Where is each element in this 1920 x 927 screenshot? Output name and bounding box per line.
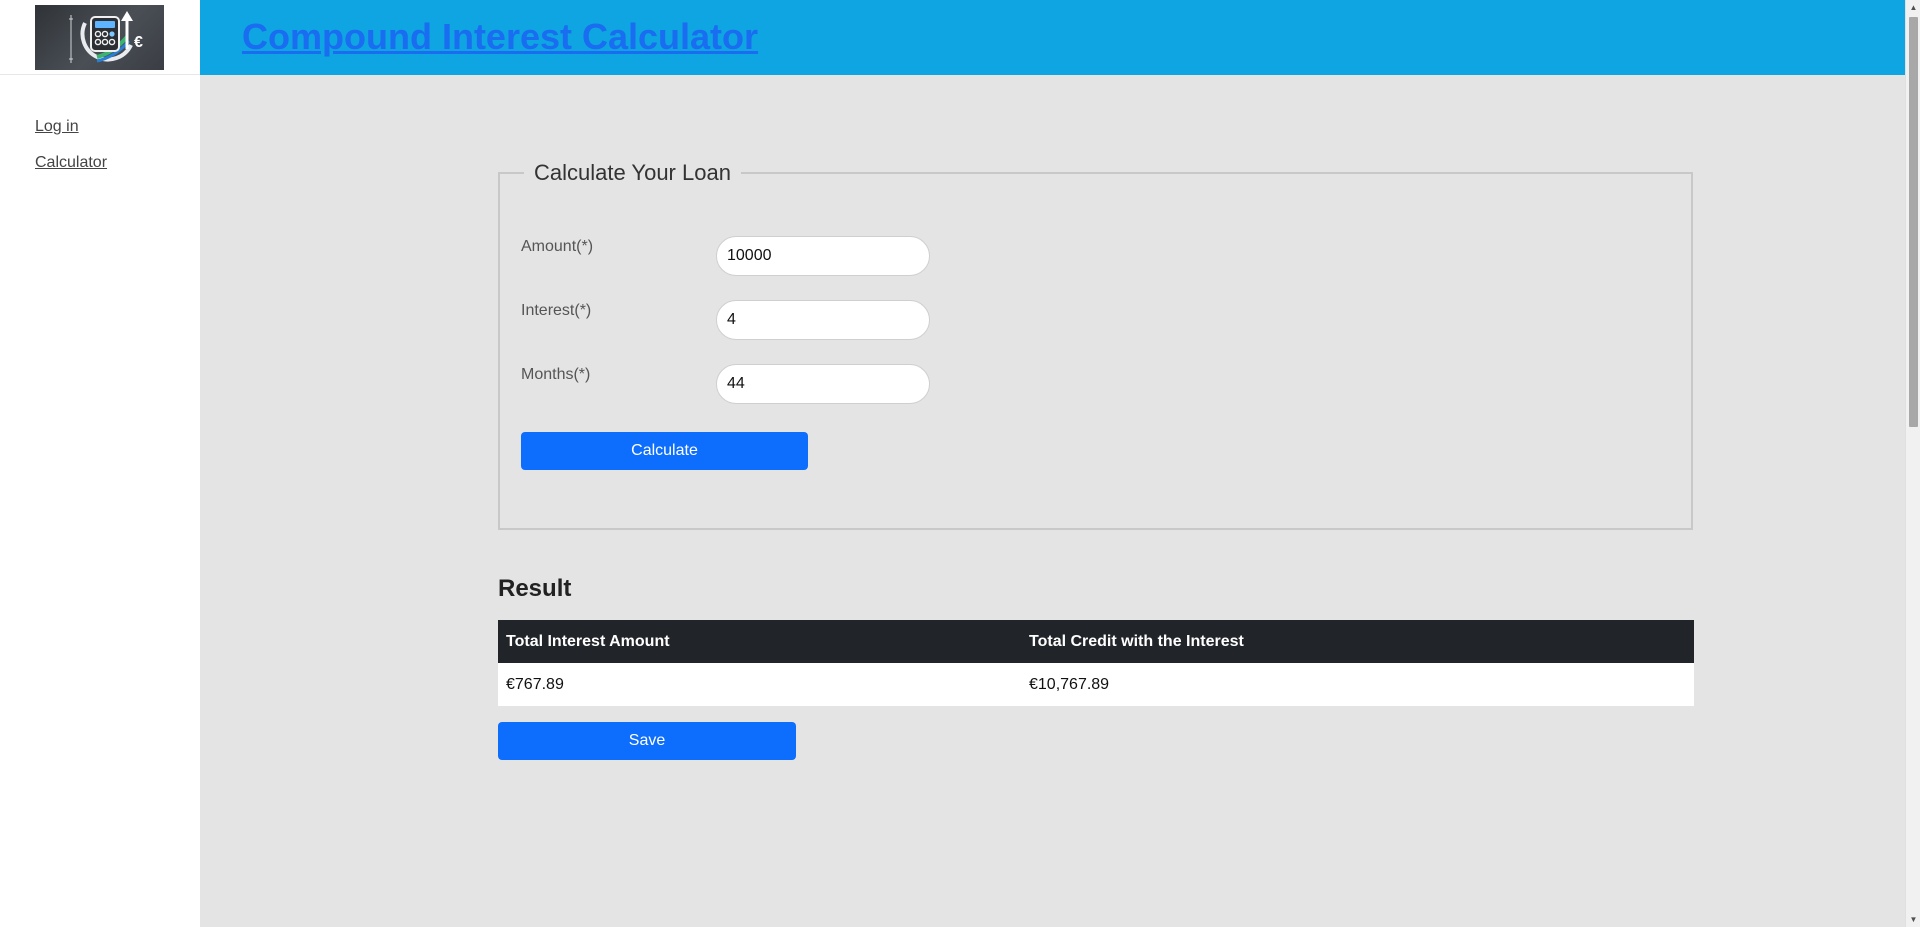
sidebar-divider <box>0 74 200 75</box>
interest-label: Interest(*) <box>521 302 592 319</box>
column-header-total-interest: Total Interest Amount <box>498 620 1021 663</box>
result-title: Result <box>498 575 572 602</box>
scroll-up-arrow-icon[interactable]: ▲ <box>1906 0 1920 15</box>
column-header-total-credit: Total Credit with the Interest <box>1021 620 1694 663</box>
page-title[interactable]: Compound Interest Calculator <box>242 16 758 58</box>
amount-row: Amount(*) <box>500 236 1100 276</box>
logo-euro-text: € <box>134 34 143 51</box>
interest-input[interactable] <box>716 300 930 340</box>
table-header-row: Total Interest Amount Total Credit with … <box>498 620 1694 663</box>
months-input[interactable] <box>716 364 930 404</box>
months-row: Months(*) <box>500 364 1100 404</box>
amount-label: Amount(*) <box>521 238 594 255</box>
months-label: Months(*) <box>521 366 591 383</box>
header: Compound Interest Calculator <box>200 0 1905 75</box>
vertical-scrollbar[interactable]: ▲ ▼ <box>1905 0 1920 927</box>
total-credit-value: €10,767.89 <box>1021 663 1694 706</box>
scrollbar-thumb[interactable] <box>1909 17 1918 427</box>
loan-form: Calculate Your Loan Amount(*) Interest(*… <box>498 160 1693 530</box>
main-content: Calculate Your Loan Amount(*) Interest(*… <box>200 75 1905 927</box>
calculate-button[interactable]: Calculate <box>521 432 808 470</box>
result-table: Total Interest Amount Total Credit with … <box>498 620 1694 706</box>
logo[interactable]: € <box>35 5 164 70</box>
sidebar-nav: Log in Calculator <box>35 117 107 189</box>
sidebar-item-calculator[interactable]: Calculator <box>35 153 107 173</box>
sidebar-item-login[interactable]: Log in <box>35 117 107 137</box>
table-row: €767.89 €10,767.89 <box>498 663 1694 706</box>
amount-input[interactable] <box>716 236 930 276</box>
calculator-euro-growth-logo-icon: € <box>69 11 143 63</box>
save-button[interactable]: Save <box>498 722 796 760</box>
scroll-down-arrow-icon[interactable]: ▼ <box>1906 912 1920 927</box>
interest-row: Interest(*) <box>500 300 1100 340</box>
sidebar: € Log in Calculator <box>0 0 200 927</box>
form-legend: Calculate Your Loan <box>534 160 731 185</box>
total-interest-value: €767.89 <box>498 663 1021 706</box>
